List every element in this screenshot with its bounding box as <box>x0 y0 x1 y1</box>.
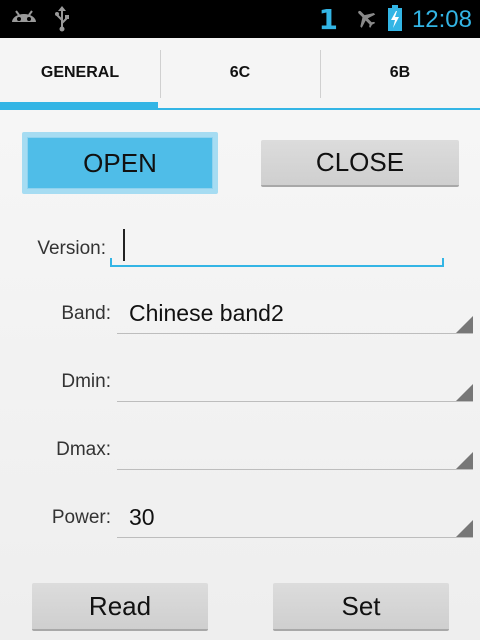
status-time: 12:08 <box>411 5 472 33</box>
set-button[interactable]: Set <box>273 583 449 631</box>
close-button[interactable]: CLOSE <box>261 140 459 187</box>
dmin-label: Dmin: <box>61 371 111 392</box>
dropdown-arrow-icon <box>456 316 473 333</box>
band-label: Band: <box>61 303 111 324</box>
power-value: 30 <box>129 504 155 530</box>
read-button[interactable]: Read <box>32 583 208 631</box>
version-label: Version: <box>37 238 106 259</box>
power-label: Power: <box>51 507 111 528</box>
power-spinner[interactable]: 30 <box>117 498 473 538</box>
battery-charging-icon <box>387 4 402 35</box>
version-input[interactable] <box>110 227 444 267</box>
dmin-spinner[interactable] <box>117 362 473 402</box>
tab-6b[interactable]: 6B <box>320 38 480 108</box>
android-debug-icon <box>10 8 38 34</box>
band-value: Chinese band2 <box>129 300 284 326</box>
text-cursor <box>123 229 125 261</box>
dmax-label: Dmax: <box>56 439 111 460</box>
general-panel: OPEN CLOSE Version: Band: Chinese band2 … <box>0 110 480 640</box>
tab-general[interactable]: GENERAL <box>0 38 160 110</box>
dropdown-arrow-icon <box>456 452 473 469</box>
band-spinner[interactable]: Chinese band2 <box>117 294 473 334</box>
dropdown-arrow-icon <box>456 384 473 401</box>
usb-icon <box>54 6 70 36</box>
open-button[interactable]: OPEN <box>22 132 218 194</box>
status-bar: 1 12:08 <box>0 0 480 38</box>
tab-bar: GENERAL 6C 6B <box>0 38 480 110</box>
dmax-spinner[interactable] <box>117 430 473 470</box>
tab-6c[interactable]: 6C <box>160 38 320 108</box>
airplane-icon <box>354 6 378 34</box>
dropdown-arrow-icon <box>456 520 473 537</box>
notification-count: 1 <box>318 3 338 36</box>
